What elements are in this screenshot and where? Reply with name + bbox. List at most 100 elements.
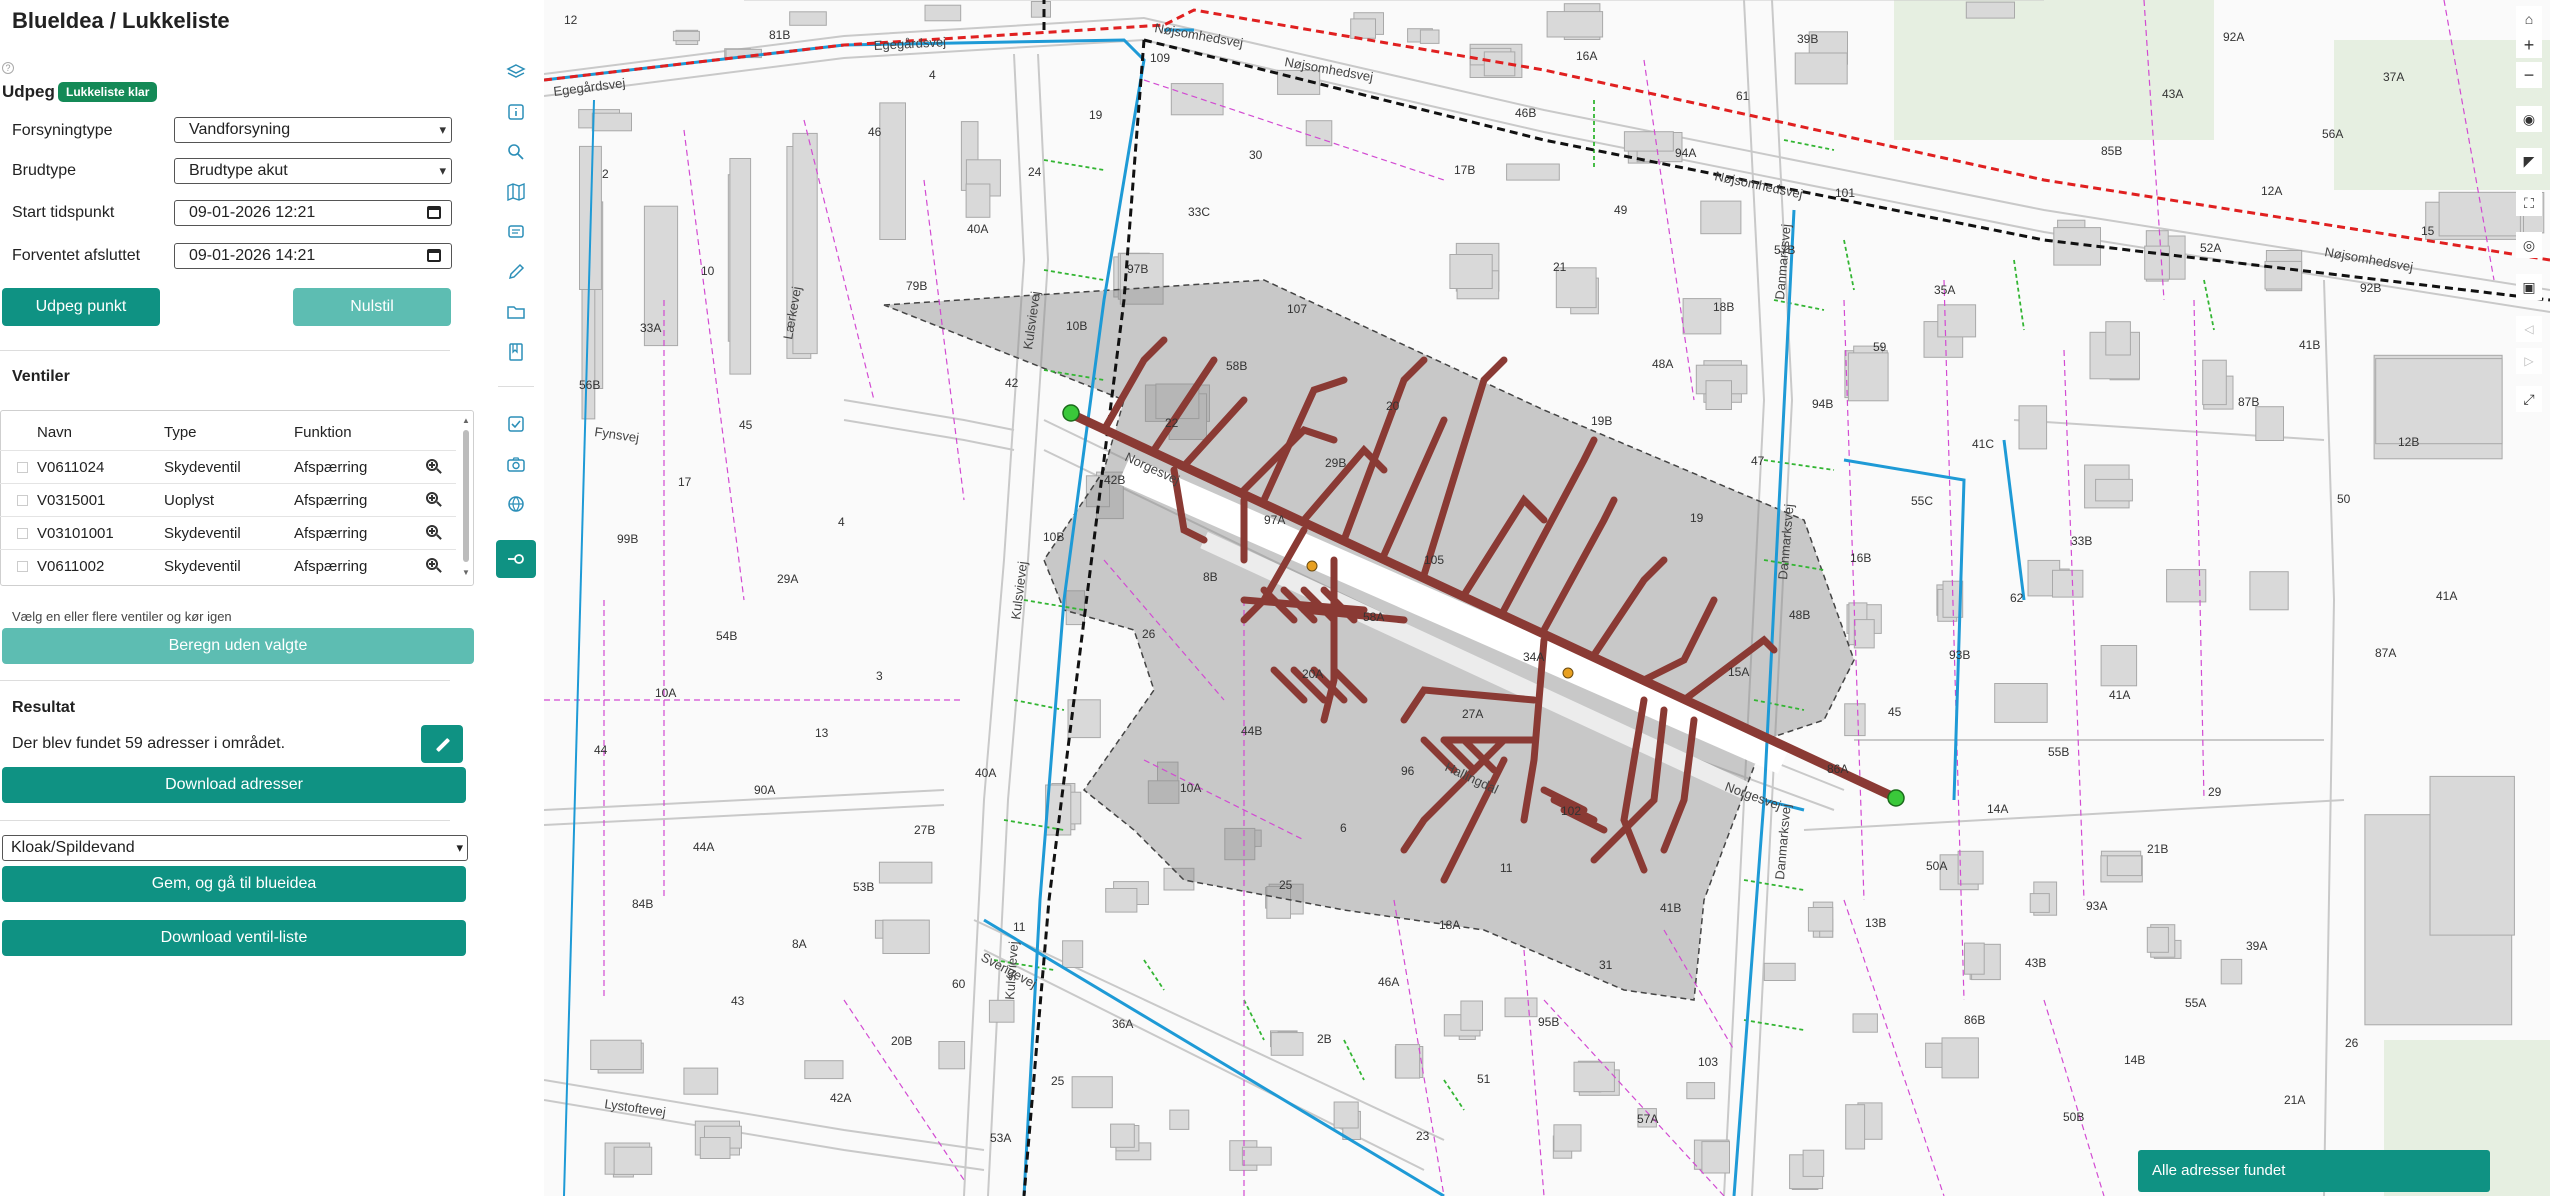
map-canvas[interactable]: EgegårdsvejEgegårdsvej NøjsomhedsvejNøjso…	[544, 0, 2550, 1196]
gem-og-ga-til-blueidea-button[interactable]: Gem, og gå til blueidea	[2, 866, 466, 902]
zoom-in-icon[interactable]	[426, 459, 442, 475]
house-number: 19	[1690, 511, 1704, 525]
row-checkbox[interactable]	[17, 495, 28, 506]
forsyningtype-select[interactable]: Vandforsyning ▾	[174, 117, 452, 143]
beregn-uden-valgte-button[interactable]: Beregn uden valgte	[2, 628, 474, 664]
globe-icon[interactable]	[502, 490, 530, 518]
house-number: 10A	[655, 686, 676, 700]
house-number: 39A	[2246, 939, 2267, 953]
house-number: 40A	[975, 766, 996, 780]
fullscreen-icon[interactable]: ⛶	[2516, 190, 2542, 216]
brudtype-select[interactable]: Brudtype akut ▾	[174, 158, 452, 184]
valve-marker[interactable]	[1062, 404, 1080, 422]
forventet-afsluttet-input[interactable]: 09-01-2026 14:21	[174, 243, 452, 269]
house-number: 93B	[1949, 648, 1970, 662]
search-icon[interactable]	[502, 138, 530, 166]
house-number: 39B	[1797, 32, 1818, 46]
corner-icon[interactable]: ◤	[2516, 148, 2542, 174]
house-number: 48B	[1789, 608, 1810, 622]
house-number: 29A	[777, 572, 798, 586]
ventil-type: Uoplyst	[164, 492, 215, 509]
table-row[interactable]: V03101001 Skydeventil Afspærring	[0, 516, 456, 549]
house-number: 96	[1401, 764, 1415, 778]
table-row[interactable]: V0611024 Skydeventil Afspærring	[0, 450, 456, 483]
lukkeliste-panel: BlueIdea / Lukkeliste ? Udpeg Lukkeliste…	[0, 0, 488, 1196]
house-number: 36A	[1112, 1017, 1133, 1031]
house-number: 79B	[906, 279, 927, 293]
house-number: 41A	[2109, 688, 2130, 702]
street-label: Danmarksvej	[1772, 803, 1794, 880]
help-icon[interactable]: ?	[2, 62, 14, 74]
house-number: 4	[838, 515, 845, 529]
row-checkbox[interactable]	[17, 462, 28, 473]
ventil-navn: V03101001	[37, 525, 114, 542]
udpeg-punkt-button[interactable]: Udpeg punkt	[2, 288, 160, 326]
house-number: 81B	[769, 28, 790, 42]
scrollbar-thumb[interactable]	[463, 430, 469, 562]
house-number: 31	[1599, 958, 1613, 972]
house-number: 46	[868, 125, 882, 139]
table-scrollbar[interactable]: ▲ ▼	[462, 416, 470, 580]
calendar-icon[interactable]	[427, 249, 441, 262]
arrow-left-icon[interactable]: ◁	[2516, 316, 2542, 342]
start-tidspunkt-input[interactable]: 09-01-2026 12:21	[174, 200, 452, 226]
edit-button[interactable]	[421, 725, 463, 763]
download-ventil-liste-button[interactable]: Download ventil-liste	[2, 920, 466, 956]
house-number: 18A	[1439, 918, 1460, 932]
ventil-funktion: Afspærring	[294, 492, 368, 509]
house-number: 86A	[1827, 762, 1848, 776]
house-number: 93A	[2086, 899, 2107, 913]
folder-icon[interactable]	[502, 298, 530, 326]
zoom-in-icon[interactable]	[426, 525, 442, 541]
row-checkbox[interactable]	[17, 561, 28, 572]
valve-marker[interactable]	[1562, 667, 1574, 679]
house-number: 15A	[1728, 665, 1749, 679]
nulstil-button[interactable]: Nulstil	[293, 288, 451, 326]
ventil-navn: V0611024	[37, 459, 105, 476]
house-number: 49	[1614, 203, 1628, 217]
valve-marker[interactable]	[1887, 789, 1905, 807]
location-icon[interactable]: ◉	[2516, 106, 2542, 132]
calendar-icon[interactable]	[427, 206, 441, 219]
house-number: 58B	[1226, 359, 1247, 373]
resultat-text: Der blev fundet 59 adresser i området.	[12, 735, 286, 752]
download-adresser-button[interactable]: Download adresser	[2, 767, 466, 803]
scroll-up-icon[interactable]: ▲	[462, 416, 470, 425]
house-number: 35A	[1934, 283, 1955, 297]
forsyning-dropdown[interactable]: Kloak/Spildevand ▾	[2, 835, 468, 861]
expand-icon[interactable]: ⤢	[2516, 386, 2542, 412]
scroll-down-icon[interactable]: ▼	[462, 568, 470, 577]
house-number: 20A	[1302, 667, 1323, 681]
chat-icon[interactable]	[502, 218, 530, 246]
house-number: 46B	[1515, 106, 1536, 120]
zoom-out-icon[interactable]: −	[2516, 62, 2542, 88]
compass-icon[interactable]: ◎	[2516, 232, 2542, 258]
camera-icon[interactable]	[502, 450, 530, 478]
row-checkbox[interactable]	[17, 528, 28, 539]
map-view[interactable]: Egegårdsvej Egegårdsvej Nøjsomhedsvej Nøjso…	[544, 0, 2550, 1196]
house-number: 57B	[1774, 243, 1795, 257]
house-number: 2B	[1317, 1032, 1332, 1046]
map-icon[interactable]	[502, 178, 530, 206]
info-icon[interactable]	[502, 98, 530, 126]
arrow-right-icon[interactable]: ▷	[2516, 348, 2542, 374]
ventil-type: Skydeventil	[164, 459, 241, 476]
forventet-afsluttet-value: 09-01-2026 14:21	[189, 247, 316, 264]
valve-icon[interactable]	[496, 540, 536, 578]
valve-marker[interactable]	[1306, 560, 1318, 572]
chevron-down-icon: ▾	[439, 122, 446, 137]
home-icon[interactable]: ⌂	[2516, 6, 2542, 32]
layers-icon[interactable]	[502, 58, 530, 86]
checklist-icon[interactable]	[502, 410, 530, 438]
street-label: Egegårdsvej	[873, 34, 946, 53]
zoom-in-icon[interactable]: +	[2516, 32, 2542, 58]
camera-icon[interactable]: ▣	[2516, 274, 2542, 300]
zoom-in-icon[interactable]	[426, 492, 442, 508]
table-row[interactable]: V0315001 Uoplyst Afspærring	[0, 483, 456, 516]
table-row[interactable]: V0611002 Skydeventil Afspærring	[0, 549, 456, 582]
house-number: 41A	[2436, 589, 2457, 603]
bookmark-icon[interactable]	[502, 338, 530, 366]
pencil-icon[interactable]	[502, 258, 530, 286]
zoom-in-icon[interactable]	[426, 558, 442, 574]
tool-divider	[498, 386, 534, 387]
